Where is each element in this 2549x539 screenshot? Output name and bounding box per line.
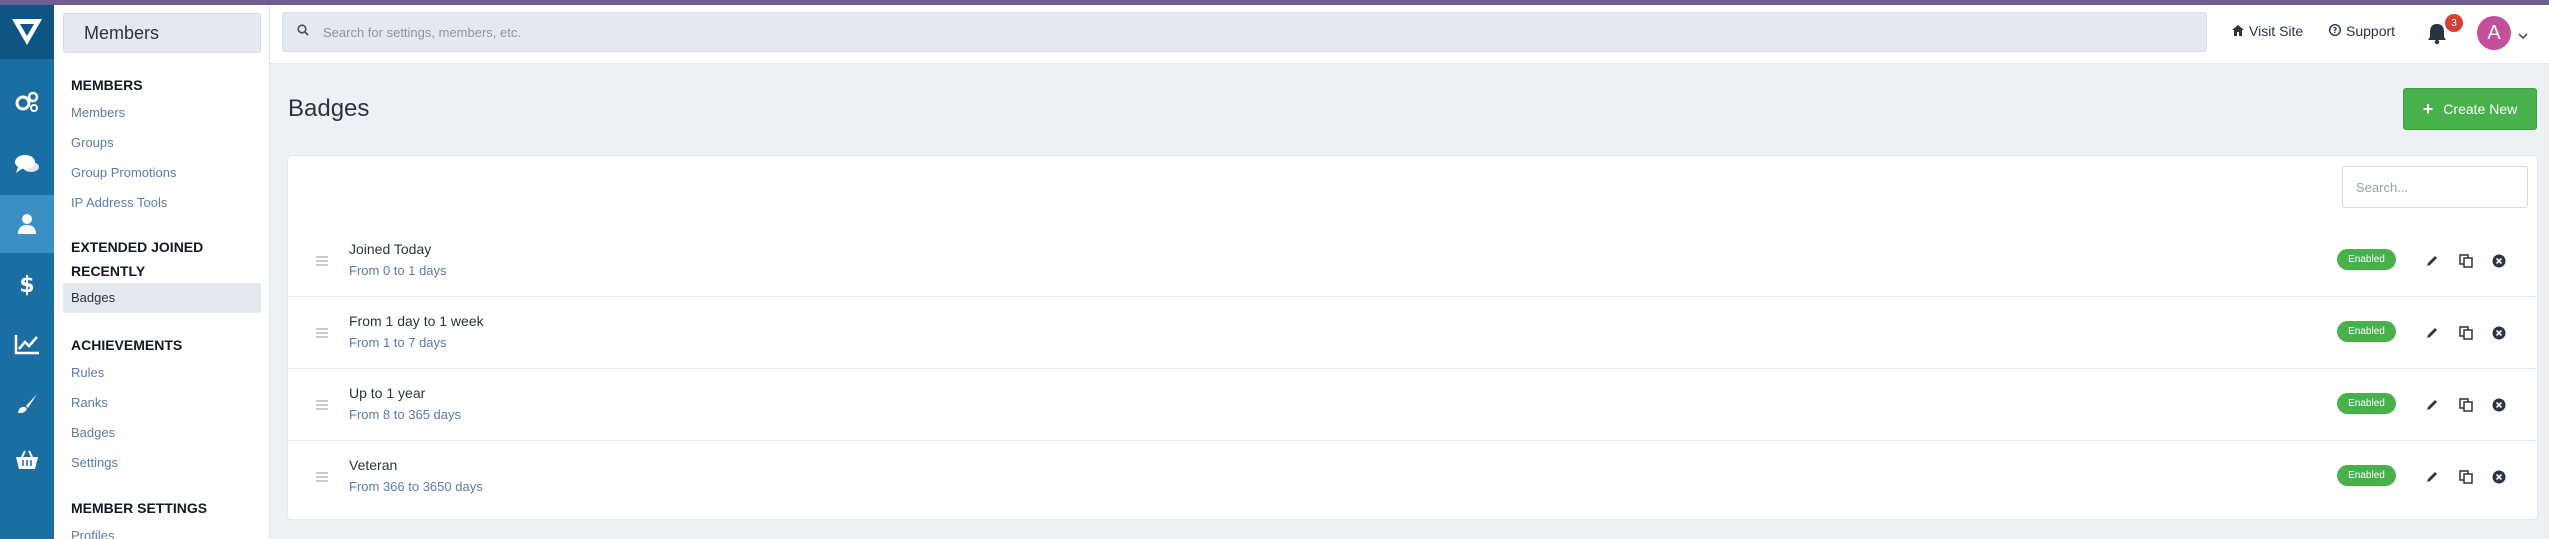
- sidebar-item-ip-address-tools[interactable]: IP Address Tools: [71, 195, 167, 211]
- dollar-icon[interactable]: $: [0, 255, 54, 313]
- badge-row[interactable]: Up to 1 year From 8 to 365 days Enabled: [288, 369, 2537, 441]
- home-icon: [2232, 23, 2244, 39]
- search-icon: [297, 23, 309, 41]
- visit-site-link[interactable]: Visit Site: [2232, 23, 2303, 39]
- badge-title[interactable]: Veteran: [349, 457, 397, 473]
- badge-row[interactable]: From 1 day to 1 week From 1 to 7 days En…: [288, 297, 2537, 369]
- copy-icon[interactable]: [2457, 324, 2475, 342]
- badge-subtitle: From 366 to 3650 days: [349, 479, 483, 494]
- svg-text:$: $: [19, 273, 34, 297]
- badge-row[interactable]: Joined Today From 0 to 1 days Enabled: [288, 225, 2537, 297]
- basket-icon[interactable]: [0, 431, 54, 489]
- sidebar-item-members[interactable]: Members: [71, 105, 125, 121]
- avatar[interactable]: A: [2477, 16, 2511, 50]
- drag-handle-icon[interactable]: [316, 397, 328, 415]
- badge-row[interactable]: Veteran From 366 to 3650 days Enabled: [288, 441, 2537, 513]
- edit-icon[interactable]: [2423, 324, 2441, 342]
- edit-icon[interactable]: [2423, 252, 2441, 270]
- status-badge[interactable]: Enabled: [2337, 393, 2396, 414]
- create-new-button[interactable]: + Create New: [2403, 88, 2537, 130]
- svg-text:?: ?: [2333, 26, 2338, 35]
- delete-icon[interactable]: [2490, 252, 2508, 270]
- badge-title[interactable]: From 1 day to 1 week: [349, 313, 484, 329]
- sidebar-item-group-promotions[interactable]: Group Promotions: [71, 165, 177, 181]
- status-badge[interactable]: Enabled: [2337, 465, 2396, 486]
- copy-icon[interactable]: [2457, 468, 2475, 486]
- sidebar-item-badges-active[interactable]: Badges: [63, 283, 261, 313]
- delete-icon[interactable]: [2490, 468, 2508, 486]
- drag-handle-icon[interactable]: [316, 253, 328, 271]
- drag-handle-icon[interactable]: [316, 325, 328, 343]
- chevron-down-icon[interactable]: [2518, 27, 2528, 45]
- sidebar-item-ranks[interactable]: Ranks: [71, 395, 108, 411]
- copy-icon[interactable]: [2457, 396, 2475, 414]
- list-search-placeholder: Search...: [2356, 179, 2409, 195]
- delete-icon[interactable]: [2490, 324, 2508, 342]
- badge-title[interactable]: Joined Today: [349, 241, 431, 257]
- sidebar-item-settings[interactable]: Settings: [71, 455, 118, 471]
- chart-line-icon[interactable]: [0, 315, 54, 373]
- page-title: Badges: [288, 95, 370, 122]
- edit-icon[interactable]: [2423, 468, 2441, 486]
- icon-rail: $: [0, 5, 54, 539]
- plus-icon: +: [2422, 99, 2434, 119]
- gears-icon[interactable]: [0, 73, 54, 131]
- search-placeholder: Search for settings, members, etc.: [323, 24, 521, 40]
- badge-subtitle: From 8 to 365 days: [349, 407, 461, 422]
- sidebar-heading: Members: [63, 13, 261, 53]
- user-icon[interactable]: [0, 195, 54, 253]
- brush-icon[interactable]: [0, 375, 54, 433]
- sidebar-section-title: MEMBER SETTINGS: [71, 500, 208, 516]
- top-bar: Search for settings, members, etc. Visit…: [270, 5, 2549, 64]
- logo-icon[interactable]: [0, 5, 54, 59]
- visit-site-label: Visit Site: [2249, 23, 2304, 39]
- status-badge[interactable]: Enabled: [2337, 321, 2396, 342]
- status-badge[interactable]: Enabled: [2337, 249, 2396, 270]
- sidebar-item-badges[interactable]: Badges: [71, 425, 115, 441]
- support-label: Support: [2346, 23, 2396, 39]
- question-circle-icon: ?: [2328, 23, 2342, 39]
- list-search-input[interactable]: Search...: [2342, 166, 2528, 208]
- sidebar-section-title: MEMBERS: [71, 77, 143, 93]
- sidebar-section-title: EXTENDED JOINED RECENTLY: [71, 239, 204, 279]
- badge-subtitle: From 0 to 1 days: [349, 263, 447, 278]
- sidebar-item-profiles[interactable]: Profiles: [71, 528, 114, 539]
- global-search-input[interactable]: Search for settings, members, etc.: [282, 12, 2207, 52]
- notification-count-badge: 3: [2445, 14, 2463, 32]
- sidebar-item-groups[interactable]: Groups: [71, 135, 114, 151]
- comments-icon[interactable]: [0, 135, 54, 193]
- copy-icon[interactable]: [2457, 252, 2475, 270]
- sidebar-section-title: ACHIEVEMENTS: [71, 337, 183, 353]
- sidebar-item-rules[interactable]: Rules: [71, 365, 104, 381]
- drag-handle-icon[interactable]: [316, 469, 328, 487]
- badge-title[interactable]: Up to 1 year: [349, 385, 425, 401]
- secondary-sidebar: Members MEMBERS Members Groups Group Pro…: [54, 5, 270, 539]
- delete-icon[interactable]: [2490, 396, 2508, 414]
- badge-subtitle: From 1 to 7 days: [349, 335, 447, 350]
- create-new-label: Create New: [2443, 101, 2518, 117]
- edit-icon[interactable]: [2423, 396, 2441, 414]
- support-link[interactable]: ? Support: [2328, 23, 2396, 39]
